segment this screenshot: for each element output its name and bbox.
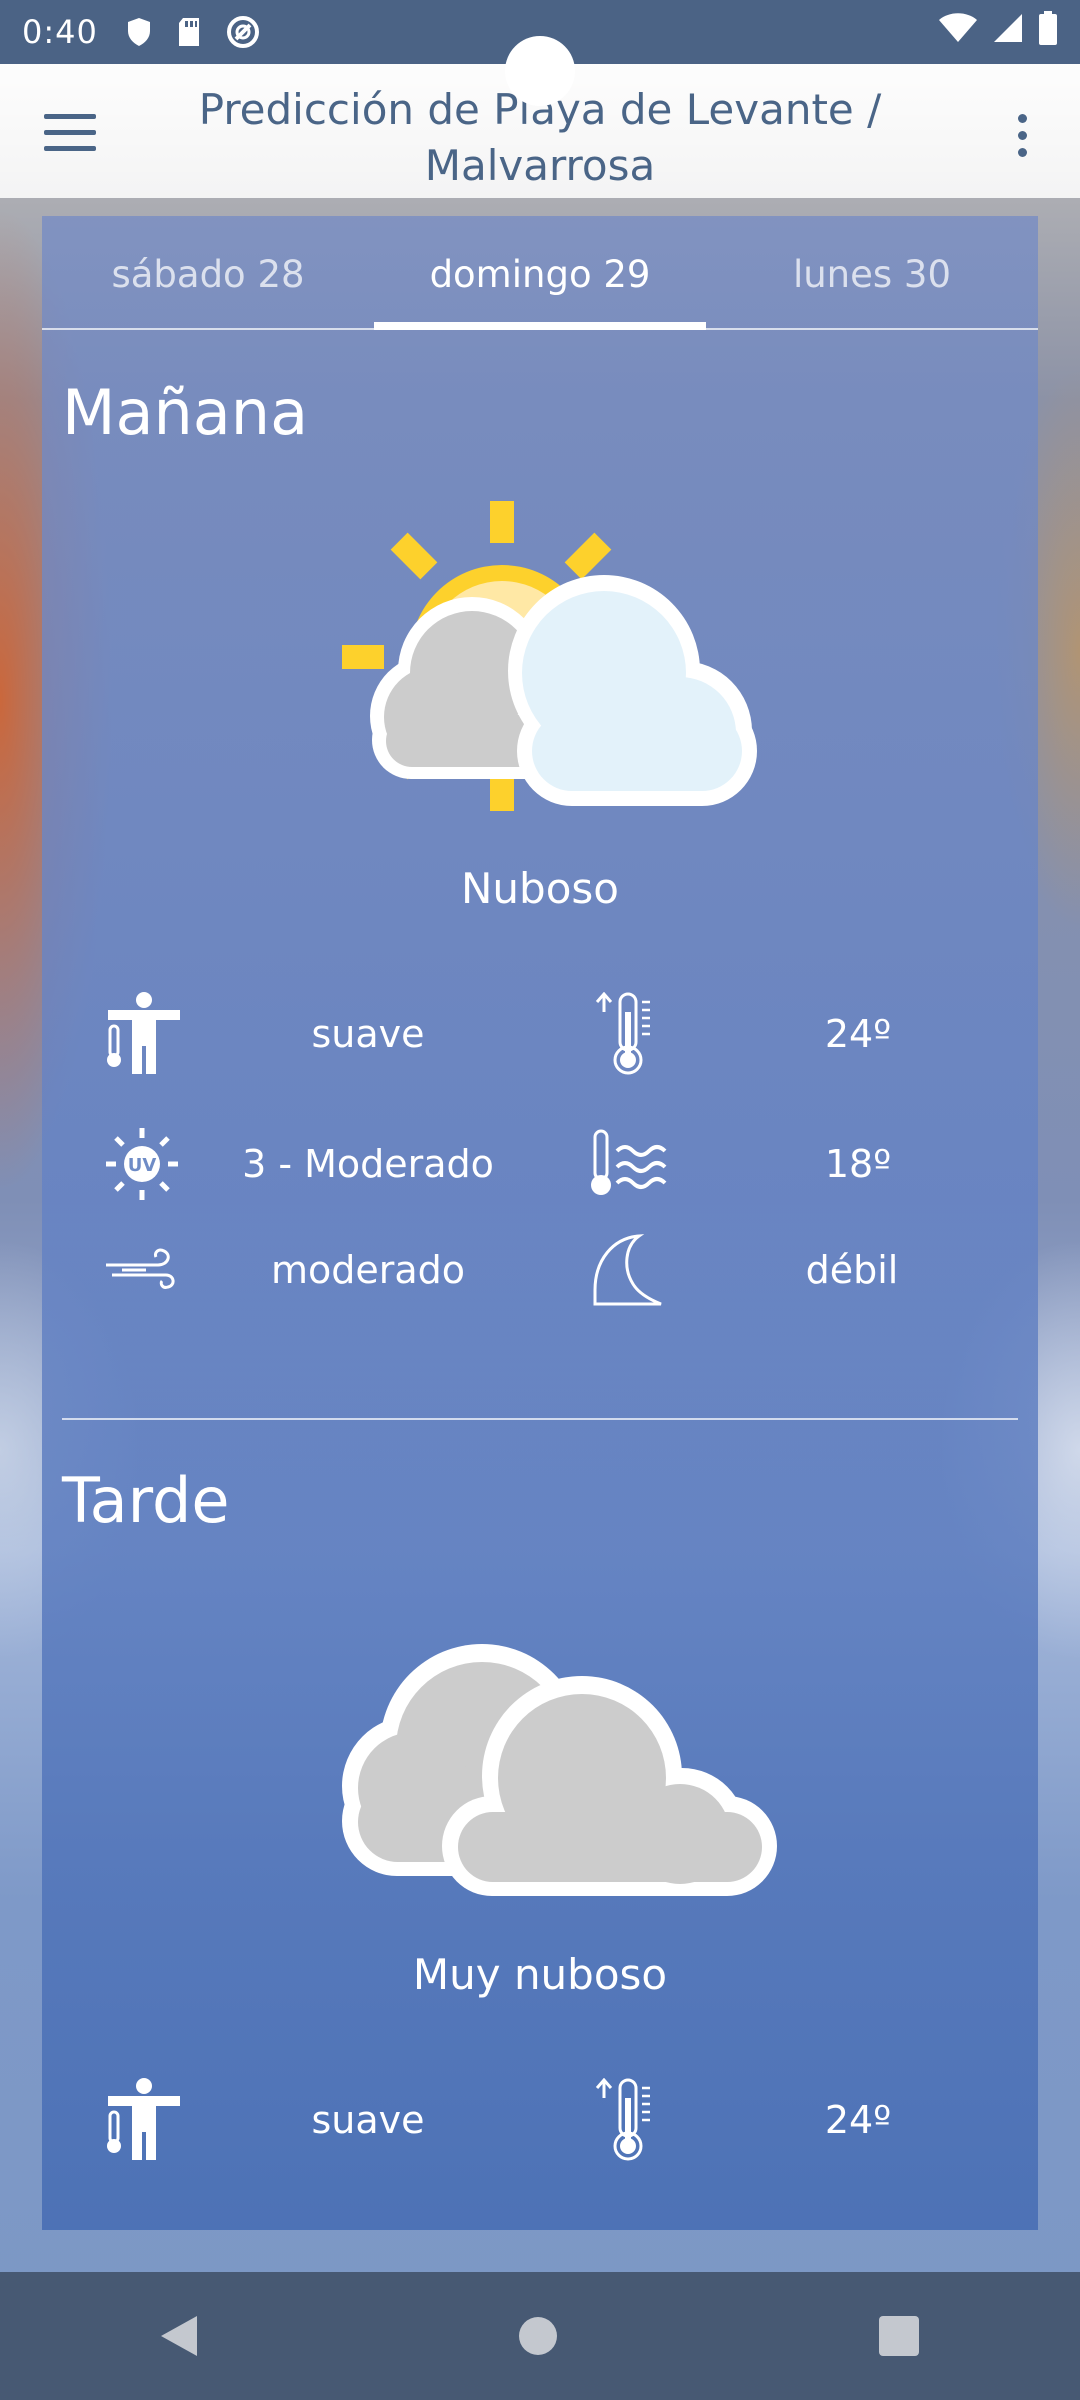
person-thermometer-icon: [97, 2070, 187, 2170]
afternoon-max-temp: 24º: [824, 2098, 892, 2142]
tab-domingo-29[interactable]: domingo 29: [374, 216, 706, 330]
signal-icon: [992, 12, 1024, 52]
uv-sun-icon: UV: [97, 1114, 187, 1214]
morning-max-temp: 24º: [824, 1012, 892, 1056]
morning-sensation: suave: [311, 1012, 425, 1056]
tab-sabado-28[interactable]: sábado 28: [42, 216, 374, 328]
back-icon[interactable]: [161, 2316, 197, 2356]
morning-condition: Nuboso: [461, 864, 619, 913]
morning-title: Mañana: [62, 376, 309, 449]
sun-cloud-icon: [342, 501, 782, 835]
morning-uv: 3 - Moderado: [242, 1142, 494, 1186]
water-temperature-icon: [584, 1114, 674, 1214]
afternoon-condition: Muy nuboso: [412, 1950, 668, 1999]
wind-icon: [97, 1220, 187, 1320]
battery-icon: [1038, 11, 1058, 53]
no-disturb-icon: [226, 15, 260, 49]
home-icon[interactable]: [519, 2317, 557, 2355]
clouds-icon: [342, 1636, 782, 1900]
morning-wind: moderado: [270, 1248, 466, 1292]
sd-card-icon: [176, 17, 202, 47]
svg-text:UV: UV: [128, 1155, 157, 1176]
section-divider: [62, 1418, 1018, 1420]
wave-icon: [584, 1220, 674, 1320]
shield-icon: [126, 17, 152, 47]
max-temperature-icon: [584, 2070, 674, 2170]
morning-waves: débil: [805, 1248, 899, 1292]
max-temperature-icon: [584, 984, 674, 1084]
wifi-icon: [938, 12, 978, 52]
morning-water-temp: 18º: [824, 1142, 892, 1186]
morning-row-uv: UV 3 - Moderado 18º: [42, 1114, 1038, 1214]
afternoon-title: Tarde: [62, 1464, 230, 1537]
forecast-panel: sábado 28 domingo 29 lunes 30 Mañana Nub…: [42, 216, 1038, 2230]
status-time: 0:40: [22, 13, 98, 51]
system-nav-bar: [0, 2272, 1080, 2400]
afternoon-row-sensation: suave 24º: [42, 2070, 1038, 2170]
person-thermometer-icon: [97, 984, 187, 1084]
recent-apps-icon[interactable]: [879, 2316, 919, 2356]
day-tabs: sábado 28 domingo 29 lunes 30: [42, 216, 1038, 330]
camera-cutout: [505, 36, 575, 106]
hamburger-menu-icon[interactable]: [44, 114, 96, 154]
tab-lunes-30[interactable]: lunes 30: [706, 216, 1038, 328]
morning-row-wind: moderado débil: [42, 1220, 1038, 1320]
more-vert-icon[interactable]: [1010, 114, 1034, 164]
afternoon-sensation: suave: [311, 2098, 425, 2142]
morning-row-sensation: suave 24º: [42, 984, 1038, 1084]
